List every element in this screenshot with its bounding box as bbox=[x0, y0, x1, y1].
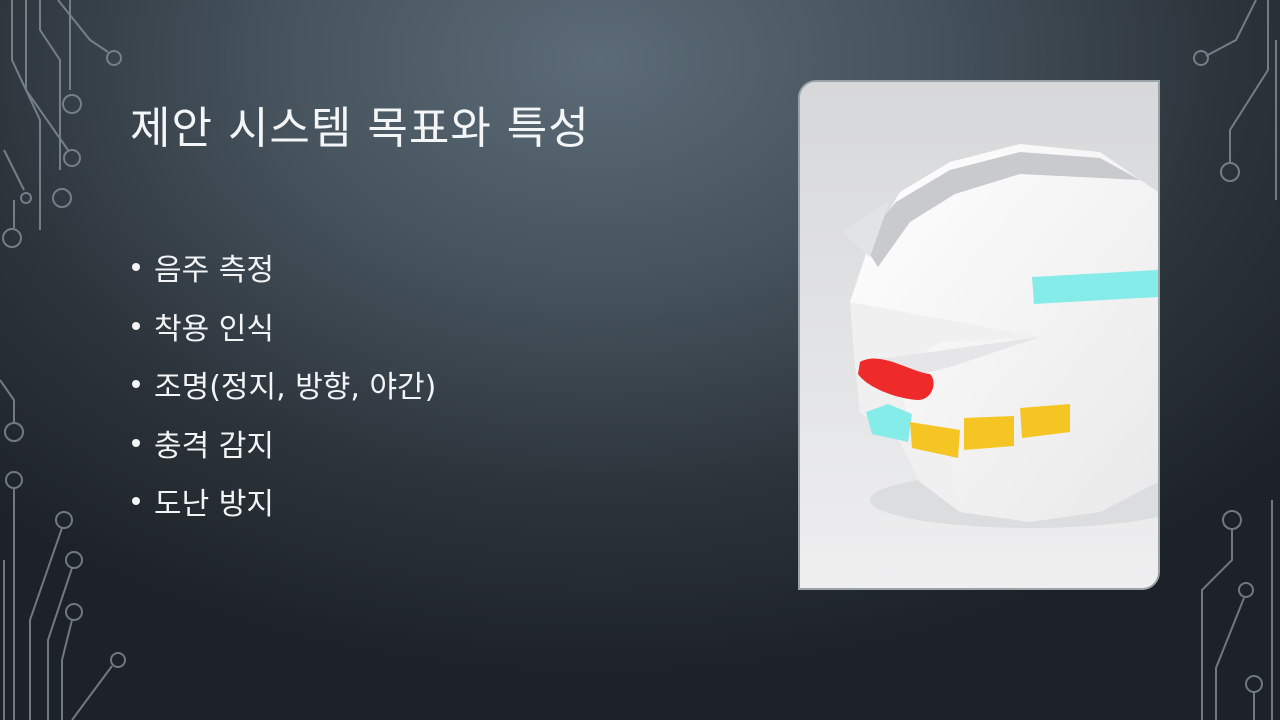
bullet-item: 도난 방지 bbox=[130, 472, 436, 531]
bullet-item: 착용 인식 bbox=[130, 297, 436, 356]
bullet-item: 음주 측정 bbox=[130, 238, 436, 297]
bullet-dot-icon bbox=[132, 438, 140, 447]
bullet-text: 도난 방지 bbox=[154, 487, 274, 523]
bullet-text: 착용 인식 bbox=[154, 311, 274, 347]
bullet-dot-icon bbox=[132, 497, 140, 506]
bullet-dot-icon bbox=[132, 380, 140, 389]
helmet-render-image bbox=[798, 80, 1160, 590]
bullet-list: 음주 측정 착용 인식 조명(정지, 방향, 야간) 충격 감지 도난 방지 bbox=[130, 238, 436, 531]
slide-title: 제안 시스템 목표와 특성 bbox=[130, 103, 590, 154]
bullet-item: 조명(정지, 방향, 야간) bbox=[130, 355, 436, 414]
bullet-text: 충격 감지 bbox=[154, 428, 274, 464]
bullet-dot-icon bbox=[132, 263, 140, 272]
bullet-item: 충격 감지 bbox=[130, 414, 436, 473]
helmet-illustration bbox=[800, 82, 1158, 588]
bullet-text: 음주 측정 bbox=[154, 253, 274, 289]
bullet-text: 조명(정지, 방향, 야간) bbox=[154, 370, 437, 406]
bullet-dot-icon bbox=[132, 321, 140, 330]
